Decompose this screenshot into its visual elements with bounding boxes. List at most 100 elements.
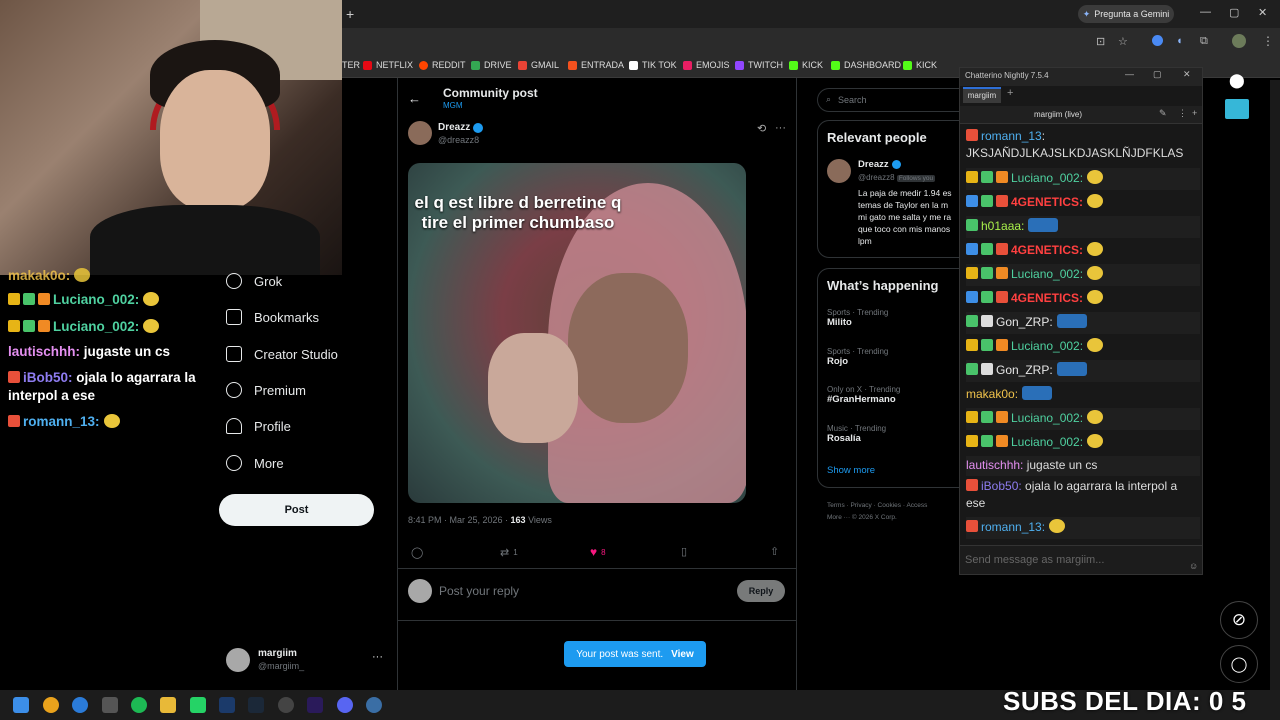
bookmark-item[interactable]: GMAIL [518, 60, 559, 70]
chatterino-icon[interactable] [366, 697, 382, 713]
scrollbar[interactable] [1270, 80, 1280, 690]
emoji-icon[interactable]: ☺ [1189, 561, 1198, 571]
obs-icon[interactable] [278, 697, 294, 713]
person-handle: @dreazz8 Follows you [858, 173, 936, 182]
file-explorer-icon[interactable] [160, 697, 176, 713]
map-pin-icon[interactable]: ⬤ [1229, 72, 1245, 90]
gemini-button[interactable]: ✦ Pregunta a Gemini [1078, 5, 1174, 23]
box-icon [996, 339, 1008, 351]
author-name[interactable]: Dreazz [438, 122, 484, 133]
nav-item-grok[interactable]: Grok [226, 273, 282, 289]
trend-item[interactable]: Only on X · Trending #GranHermano [827, 385, 900, 405]
add-tab-icon[interactable]: + [1007, 87, 1013, 99]
nav-item-bookmarks[interactable]: Bookmarks [226, 309, 319, 325]
windows-start-icon[interactable] [13, 697, 29, 713]
nav-item-premium[interactable]: Premium [226, 382, 306, 398]
gmail-icon [518, 60, 527, 70]
box-icon [996, 435, 1008, 447]
section-title: What’s happening [827, 278, 939, 293]
community-name[interactable]: MGM [443, 101, 463, 110]
bookmark-item[interactable]: TIK TOK [629, 60, 677, 70]
maximize-icon[interactable]: ▢ [1153, 69, 1162, 80]
app-icon[interactable] [1225, 99, 1249, 119]
new-tab-icon[interactable]: + [346, 6, 354, 22]
nav-item-creator-studio[interactable]: Creator Studio [226, 346, 338, 362]
star-icon[interactable]: ☆ [1118, 35, 1128, 48]
grok-fab-icon[interactable]: ⊘ [1220, 601, 1258, 639]
bookmark-item[interactable]: TER [342, 60, 360, 70]
extension-icon[interactable] [1152, 35, 1163, 46]
share-icon[interactable]: ⇧ [770, 545, 779, 558]
account-switcher[interactable]: margiim @margiim_ ··· [226, 646, 396, 676]
trend-item[interactable]: Music · Trending Rosalía [827, 424, 886, 444]
person-avatar[interactable] [827, 159, 851, 183]
toast-view-link[interactable]: View [671, 649, 694, 660]
bookmark-item[interactable]: NETFLIX [363, 60, 413, 70]
photoshop-icon[interactable] [219, 697, 235, 713]
bookmark-item[interactable]: KICK [789, 60, 823, 70]
chat-message: Luciano_002: [966, 264, 1200, 286]
post-button[interactable]: Post [219, 494, 374, 526]
show-more-link[interactable]: Show more [827, 465, 875, 476]
bookmark-item[interactable]: ENTRADA [568, 60, 624, 70]
minimize-icon[interactable]: — [1200, 6, 1211, 18]
nav-item-profile[interactable]: Profile [226, 418, 291, 434]
post-media[interactable]: el q est libre d berretine q tire el pri… [408, 163, 746, 503]
whatsapp-icon[interactable] [190, 697, 206, 713]
close-icon[interactable]: ✕ [1183, 69, 1191, 80]
bookmark-icon [226, 309, 242, 325]
bookmark-item[interactable]: KICK [903, 60, 937, 70]
repost-button[interactable]: ⇄ 1 [500, 546, 518, 560]
search-input[interactable]: Search [838, 95, 867, 105]
search-box[interactable]: ⌕ Search [817, 88, 959, 112]
author-avatar[interactable] [408, 121, 432, 145]
heart-icon: ♥ [590, 545, 598, 559]
bookmark-item[interactable]: REDDIT [419, 60, 466, 70]
back-arrow-icon[interactable]: ← [408, 91, 421, 106]
add-split-icon[interactable]: + [1192, 108, 1197, 118]
kick-icon [903, 60, 912, 70]
footer-links[interactable]: Terms · Privacy · Cookies · Access [827, 502, 927, 509]
message-input[interactable]: Send message as margiim... ☺ [960, 545, 1202, 574]
edit-icon[interactable]: ✎ [1159, 108, 1167, 119]
menu-icon[interactable]: ⋮ [1262, 34, 1274, 48]
chrome-icon[interactable] [43, 697, 59, 713]
bookmark-item[interactable]: DASHBOARD [831, 60, 901, 70]
bookmark-item[interactable]: DRIVE [471, 60, 512, 70]
chat-line: Luciano_002: [8, 319, 160, 334]
app-icon[interactable] [102, 697, 118, 713]
discord-icon[interactable] [337, 697, 353, 713]
gemini-icon: ✦ [1082, 8, 1091, 19]
bookmark-item[interactable]: EMOJIS [683, 60, 730, 70]
menu-dots-icon[interactable]: ⋮ [1178, 108, 1187, 119]
person-name[interactable]: Dreazz [858, 159, 901, 170]
messages-fab-icon[interactable]: ◯ [1220, 645, 1258, 683]
divider [397, 568, 797, 569]
chat-message: Gon_ZRP: [966, 312, 1200, 334]
reply-button[interactable]: Reply [737, 580, 785, 602]
maximize-icon[interactable]: ▢ [1229, 6, 1239, 19]
audio-icon[interactable]: ◖ [1176, 35, 1183, 47]
trend-item[interactable]: Sports · Trending Rojo [827, 347, 888, 367]
grok-explain-icon[interactable]: ⟲ [757, 122, 766, 135]
more-dots-icon[interactable]: ··· [372, 651, 383, 663]
premiere-icon[interactable] [307, 697, 323, 713]
install-icon[interactable]: ⊡ [1096, 35, 1105, 48]
close-icon[interactable]: ✕ [1258, 6, 1267, 19]
steam-icon[interactable] [248, 697, 264, 713]
sub-badge-icon [966, 129, 978, 141]
nav-item-more[interactable]: More [226, 455, 284, 471]
trend-item[interactable]: Sports · Trending Milito [827, 308, 888, 328]
bookmark-icon[interactable]: ▯ [681, 545, 687, 558]
channel-tab[interactable]: margiim [963, 87, 1001, 103]
reply-icon[interactable]: ◯ [411, 546, 423, 559]
more-dots-icon[interactable]: ··· [775, 122, 786, 134]
spotify-icon[interactable] [131, 697, 147, 713]
edge-icon[interactable] [72, 697, 88, 713]
bookmark-item[interactable]: TWITCH [735, 60, 783, 70]
reply-input[interactable]: Post your reply [439, 584, 519, 598]
profile-avatar[interactable] [1232, 34, 1246, 48]
extensions-puzzle-icon[interactable]: ⧉ [1200, 35, 1208, 48]
like-button[interactable]: ♥ 8 [590, 545, 606, 560]
minimize-icon[interactable]: — [1125, 69, 1134, 79]
